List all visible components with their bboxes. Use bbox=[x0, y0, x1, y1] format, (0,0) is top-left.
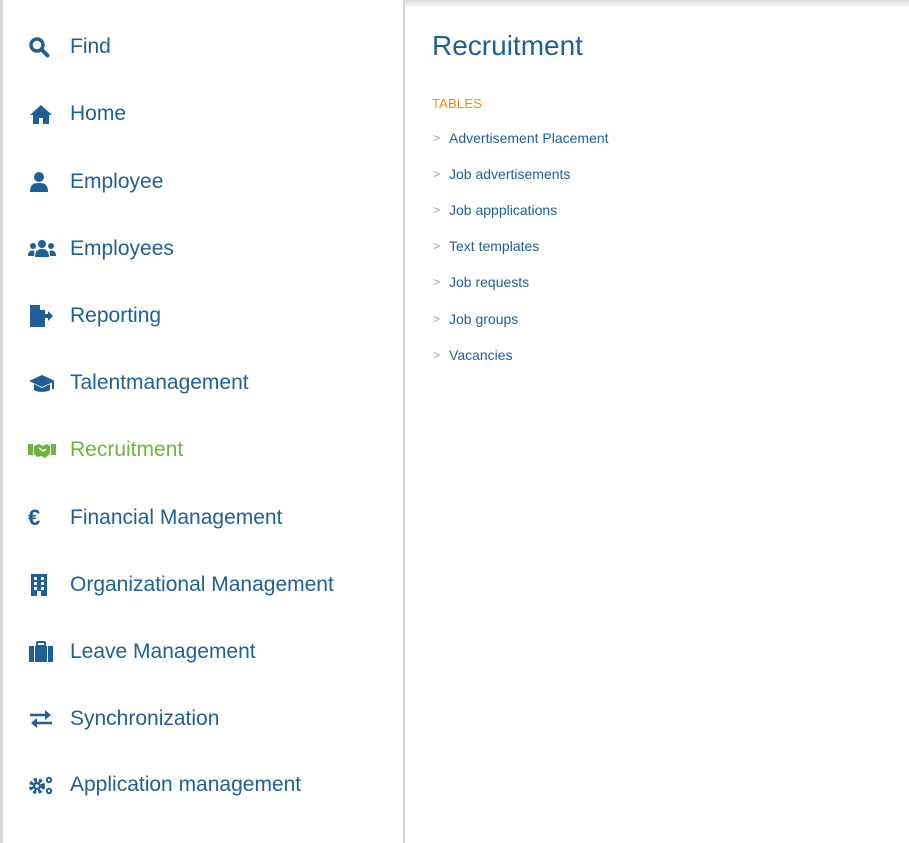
table-link-label: Job advertisements bbox=[449, 166, 571, 182]
sidebar-item-label: Financial Management bbox=[70, 506, 283, 529]
table-link-job-requests[interactable]: > Job requests bbox=[432, 272, 529, 292]
table-link-label: Vacancies bbox=[449, 347, 513, 363]
file-export-icon bbox=[28, 304, 58, 328]
cogs-icon bbox=[28, 773, 58, 797]
sidebar-item-recruitment[interactable]: Recruitment bbox=[28, 433, 183, 467]
table-link-text-templates[interactable]: > Text templates bbox=[432, 236, 539, 256]
handshake-icon bbox=[28, 438, 58, 462]
sidebar-item-label: Find bbox=[70, 35, 111, 58]
sidebar-item-label: Talentmanagement bbox=[70, 371, 249, 394]
main-content: Recruitment TABLES > Advertisement Place… bbox=[432, 0, 902, 843]
sidebar-item-label: Application management bbox=[70, 773, 302, 796]
sidebar-item-organizational-management[interactable]: Organizational Management bbox=[28, 568, 334, 602]
sidebar-item-find[interactable]: Find bbox=[28, 30, 111, 64]
sidebar-item-label: Leave Management bbox=[70, 640, 256, 663]
sidebar-item-label: Synchronization bbox=[70, 707, 220, 730]
table-link-vacancies[interactable]: > Vacancies bbox=[432, 345, 513, 365]
chevron-right-icon: > bbox=[433, 167, 441, 181]
table-link-label: Text templates bbox=[449, 238, 540, 254]
section-title-tables: TABLES bbox=[432, 96, 483, 111]
table-link-advertisement-placement[interactable]: > Advertisement Placement bbox=[432, 128, 609, 148]
sidebar-item-reporting[interactable]: Reporting bbox=[28, 299, 161, 333]
table-link-label: Job groups bbox=[449, 311, 519, 327]
sidebar-item-label: Employee bbox=[70, 170, 164, 193]
table-link-label: Job appplications bbox=[449, 202, 558, 218]
chevron-right-icon: > bbox=[433, 131, 441, 145]
sidebar-item-label: Reporting bbox=[70, 304, 162, 327]
page-title: Recruitment bbox=[432, 30, 583, 61]
sidebar-item-label: Employees bbox=[70, 237, 174, 260]
user-icon bbox=[28, 170, 58, 194]
graduation-cap-icon bbox=[28, 371, 58, 395]
sidebar-item-leave-management[interactable]: Leave Management bbox=[28, 635, 256, 669]
sidebar-item-label: Home bbox=[70, 102, 127, 125]
exchange-arrows-icon bbox=[28, 707, 58, 731]
sidebar-item-label: Recruitment bbox=[70, 438, 184, 461]
search-icon bbox=[28, 35, 58, 59]
table-link-label: Job requests bbox=[449, 274, 530, 290]
building-icon bbox=[28, 573, 58, 597]
home-icon bbox=[28, 102, 58, 126]
sidebar-item-label: Organizational Management bbox=[70, 573, 334, 596]
chevron-right-icon: > bbox=[433, 275, 441, 289]
sidebar-item-talentmanagement[interactable]: Talentmanagement bbox=[28, 366, 249, 400]
users-icon bbox=[28, 237, 58, 261]
table-link-job-advertisements[interactable]: > Job advertisements bbox=[432, 164, 570, 184]
table-link-job-applications[interactable]: > Job appplications bbox=[432, 200, 557, 220]
sidebar-item-financial-management[interactable]: € Financial Management bbox=[28, 501, 282, 535]
suitcase-icon bbox=[28, 640, 58, 664]
sidebar-item-employee[interactable]: Employee bbox=[28, 165, 163, 199]
sidebar: Find Home Employee Employees Reporting T… bbox=[3, 0, 405, 843]
sidebar-item-employees[interactable]: Employees bbox=[28, 232, 174, 266]
chevron-right-icon: > bbox=[433, 312, 441, 326]
chevron-right-icon: > bbox=[433, 239, 441, 253]
table-link-job-groups[interactable]: > Job groups bbox=[432, 309, 518, 329]
chevron-right-icon: > bbox=[433, 203, 441, 217]
chevron-right-icon: > bbox=[433, 348, 441, 362]
sidebar-item-application-management[interactable]: Application management bbox=[28, 768, 301, 802]
sidebar-item-home[interactable]: Home bbox=[28, 97, 126, 131]
sidebar-item-synchronization[interactable]: Synchronization bbox=[28, 702, 219, 736]
table-link-label: Advertisement Placement bbox=[449, 130, 609, 146]
euro-icon: € bbox=[28, 505, 41, 530]
